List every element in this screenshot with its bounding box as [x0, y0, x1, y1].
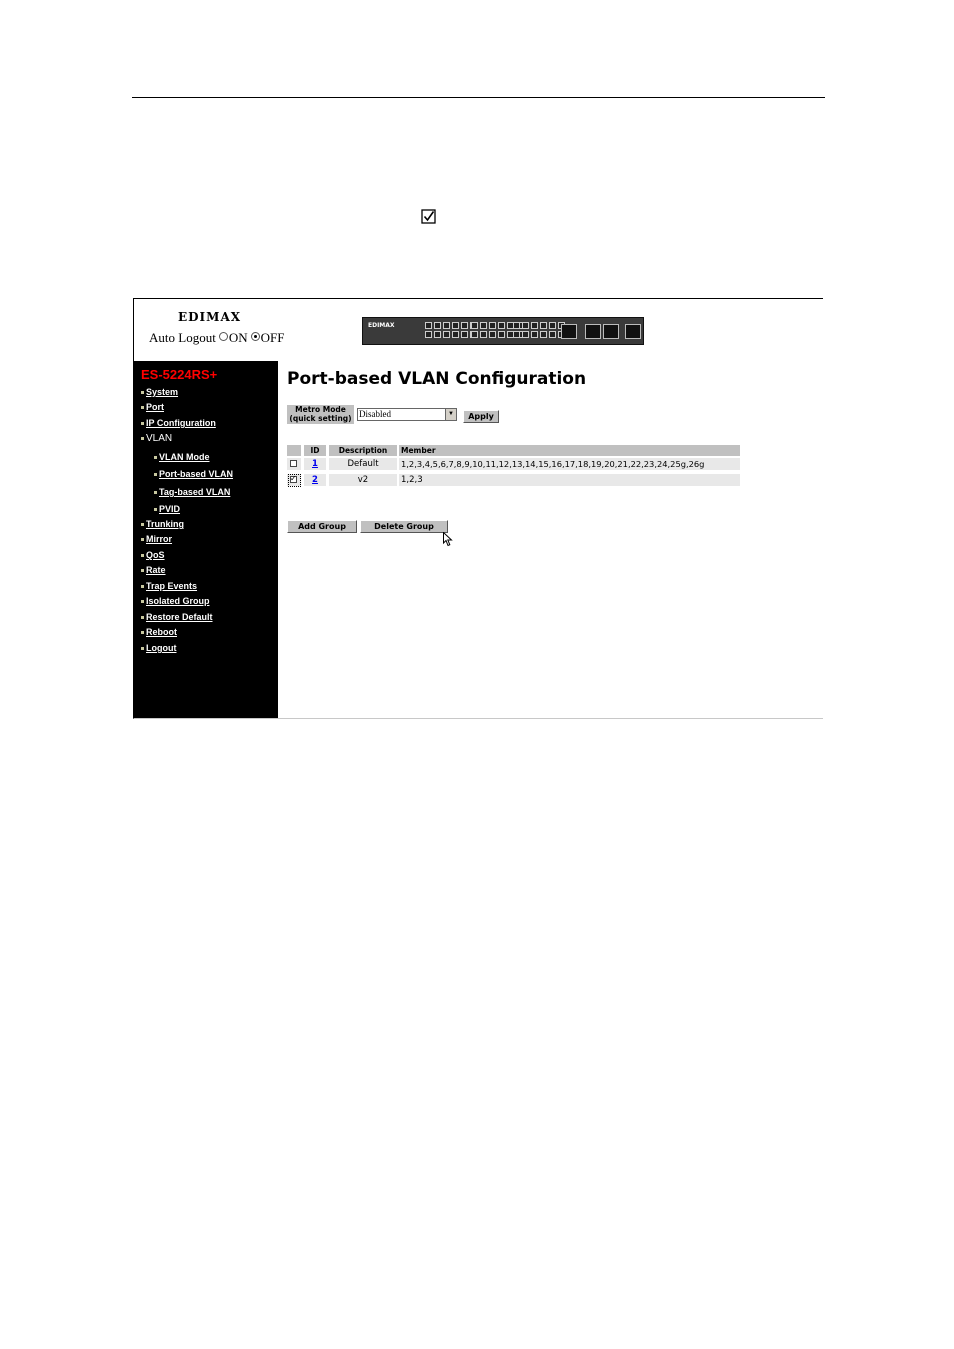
sidebar-item-system[interactable]: System [141, 387, 178, 397]
sidebar-item-pvid[interactable]: PVID [154, 504, 180, 514]
metro-mode-select[interactable]: Disabled ▼ [357, 408, 457, 421]
sidebar-item-vlan[interactable]: VLAN [141, 433, 172, 444]
table-cell-select [287, 458, 301, 470]
sidebar: ES-5224RS+ System Port IP Configuration … [134, 361, 278, 718]
delete-group-button[interactable]: Delete Group [360, 520, 448, 533]
sidebar-item-tag-based-vlan[interactable]: Tag-based VLAN [154, 487, 230, 497]
table-cell-member: 1,2,3,4,5,6,7,8,9,10,11,12,13,14,15,16,1… [399, 458, 740, 470]
main-content: Port-based VLAN Configuration Metro Mode… [278, 361, 823, 718]
vlan-id-link-1[interactable]: 1 [312, 459, 318, 469]
sidebar-item-isolated-group[interactable]: Isolated Group [141, 596, 210, 606]
model-name: ES-5224RS+ [141, 367, 218, 382]
auto-logout-off-radio[interactable] [250, 332, 260, 341]
screenshot-window: EDIMAX Auto Logout ON OFF EDIMAX ES-5224… [133, 298, 823, 719]
header: EDIMAX Auto Logout ON OFF EDIMAX [134, 299, 823, 361]
row-2-checkbox[interactable] [290, 473, 297, 485]
sidebar-item-restore-default[interactable]: Restore Default [141, 612, 213, 622]
auto-logout-label: Auto Logout [149, 330, 216, 345]
sidebar-item-port[interactable]: Port [141, 402, 164, 412]
sidebar-item-reboot[interactable]: Reboot [141, 627, 177, 637]
auto-logout-on-radio[interactable] [218, 332, 228, 341]
dropdown-arrow-icon: ▼ [445, 409, 456, 420]
sfp-port [585, 324, 601, 339]
sidebar-item-ip-configuration[interactable]: IP Configuration [141, 418, 216, 428]
add-group-button[interactable]: Add Group [287, 520, 357, 533]
switch-device-image: EDIMAX [362, 317, 644, 345]
sidebar-item-logout[interactable]: Logout [141, 643, 177, 653]
table-cell-description: v2 [329, 474, 397, 486]
row-1-checkbox[interactable] [290, 460, 297, 467]
port-group-1 [425, 322, 477, 340]
checked-box-icon [421, 209, 436, 224]
mouse-cursor-icon [443, 532, 453, 547]
sfp-port [561, 324, 577, 339]
off-label: OFF [260, 330, 285, 345]
edimax-logo: EDIMAX [178, 310, 242, 324]
sfp-port [625, 324, 641, 339]
sidebar-item-vlan-mode[interactable]: VLAN Mode [154, 452, 210, 462]
page-title: Port-based VLAN Configuration [287, 369, 587, 389]
sidebar-item-trunking[interactable]: Trunking [141, 519, 184, 529]
device-logo: EDIMAX [368, 322, 395, 329]
sidebar-item-port-based-vlan[interactable]: Port-based VLAN [154, 469, 233, 479]
table-header-member: Member [399, 445, 740, 456]
table-cell-select [287, 473, 301, 487]
table-cell-description: Default [329, 458, 397, 470]
metro-mode-label: Metro Mode (quick setting) [287, 405, 354, 424]
table-header-description: Description [329, 445, 397, 456]
on-label: ON [228, 330, 248, 345]
page-divider [132, 97, 825, 98]
sidebar-item-qos[interactable]: QoS [141, 550, 165, 560]
table-header-select [287, 445, 301, 456]
table-header-id: ID [304, 445, 326, 456]
vlan-id-link-2[interactable]: 2 [312, 475, 318, 485]
auto-logout: Auto Logout ON OFF [149, 330, 284, 346]
table-cell-member: 1,2,3 [399, 474, 740, 486]
table-cell-id: 1 [304, 458, 326, 470]
sidebar-item-rate[interactable]: Rate [141, 565, 166, 575]
sidebar-item-trap-events[interactable]: Trap Events [141, 581, 197, 591]
apply-button[interactable]: Apply [463, 410, 499, 423]
table-cell-id: 2 [304, 474, 326, 486]
sfp-port [603, 324, 619, 339]
port-group-3 [513, 322, 565, 340]
sidebar-item-mirror[interactable]: Mirror [141, 534, 172, 544]
